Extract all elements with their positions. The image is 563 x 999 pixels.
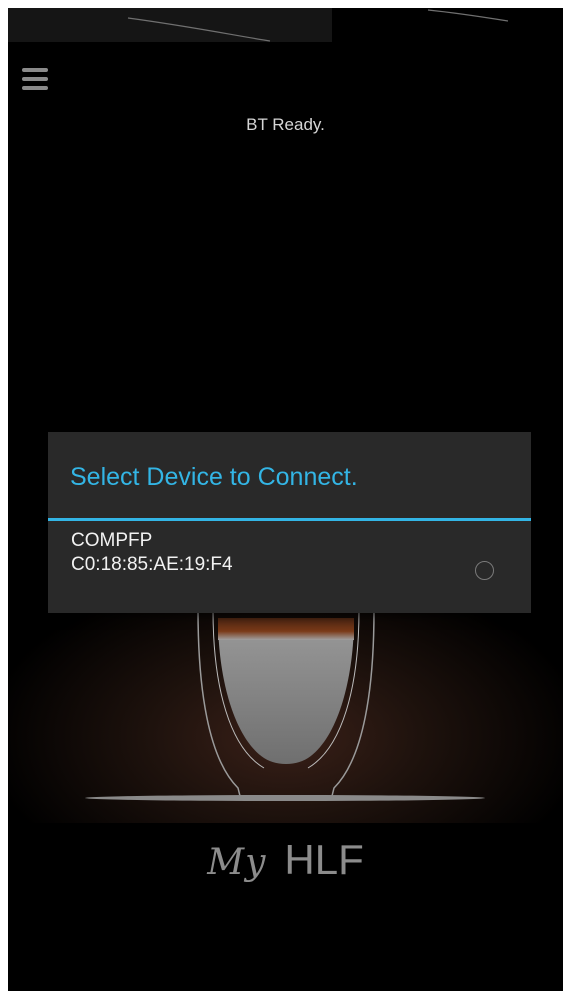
menu-button[interactable] (22, 68, 50, 94)
bluetooth-status: BT Ready. (246, 115, 325, 134)
top-bar (8, 8, 563, 42)
device-name: COMPFP (71, 530, 153, 551)
brand-name: HLF (284, 836, 364, 883)
brand-script: My (207, 842, 267, 883)
glass-illustration (85, 609, 485, 801)
dialog-title: Select Device to Connect. (70, 463, 358, 491)
select-device-dialog: Select Device to Connect. COMPFP C0:18:8… (48, 432, 531, 613)
hamburger-menu-icon (22, 68, 50, 90)
app-screen: BT Ready. My HLF Select Device to Connec… (8, 8, 563, 991)
device-address: C0:18:85:AE:19:F4 (71, 554, 233, 575)
device-list-item[interactable]: COMPFP C0:18:85:AE:19:F4 (48, 521, 531, 613)
brand-logo: My HLF (8, 836, 563, 884)
radio-unchecked-icon[interactable] (475, 561, 494, 580)
hero-glass-image (8, 608, 563, 823)
top-bar-decoration (127, 9, 509, 42)
